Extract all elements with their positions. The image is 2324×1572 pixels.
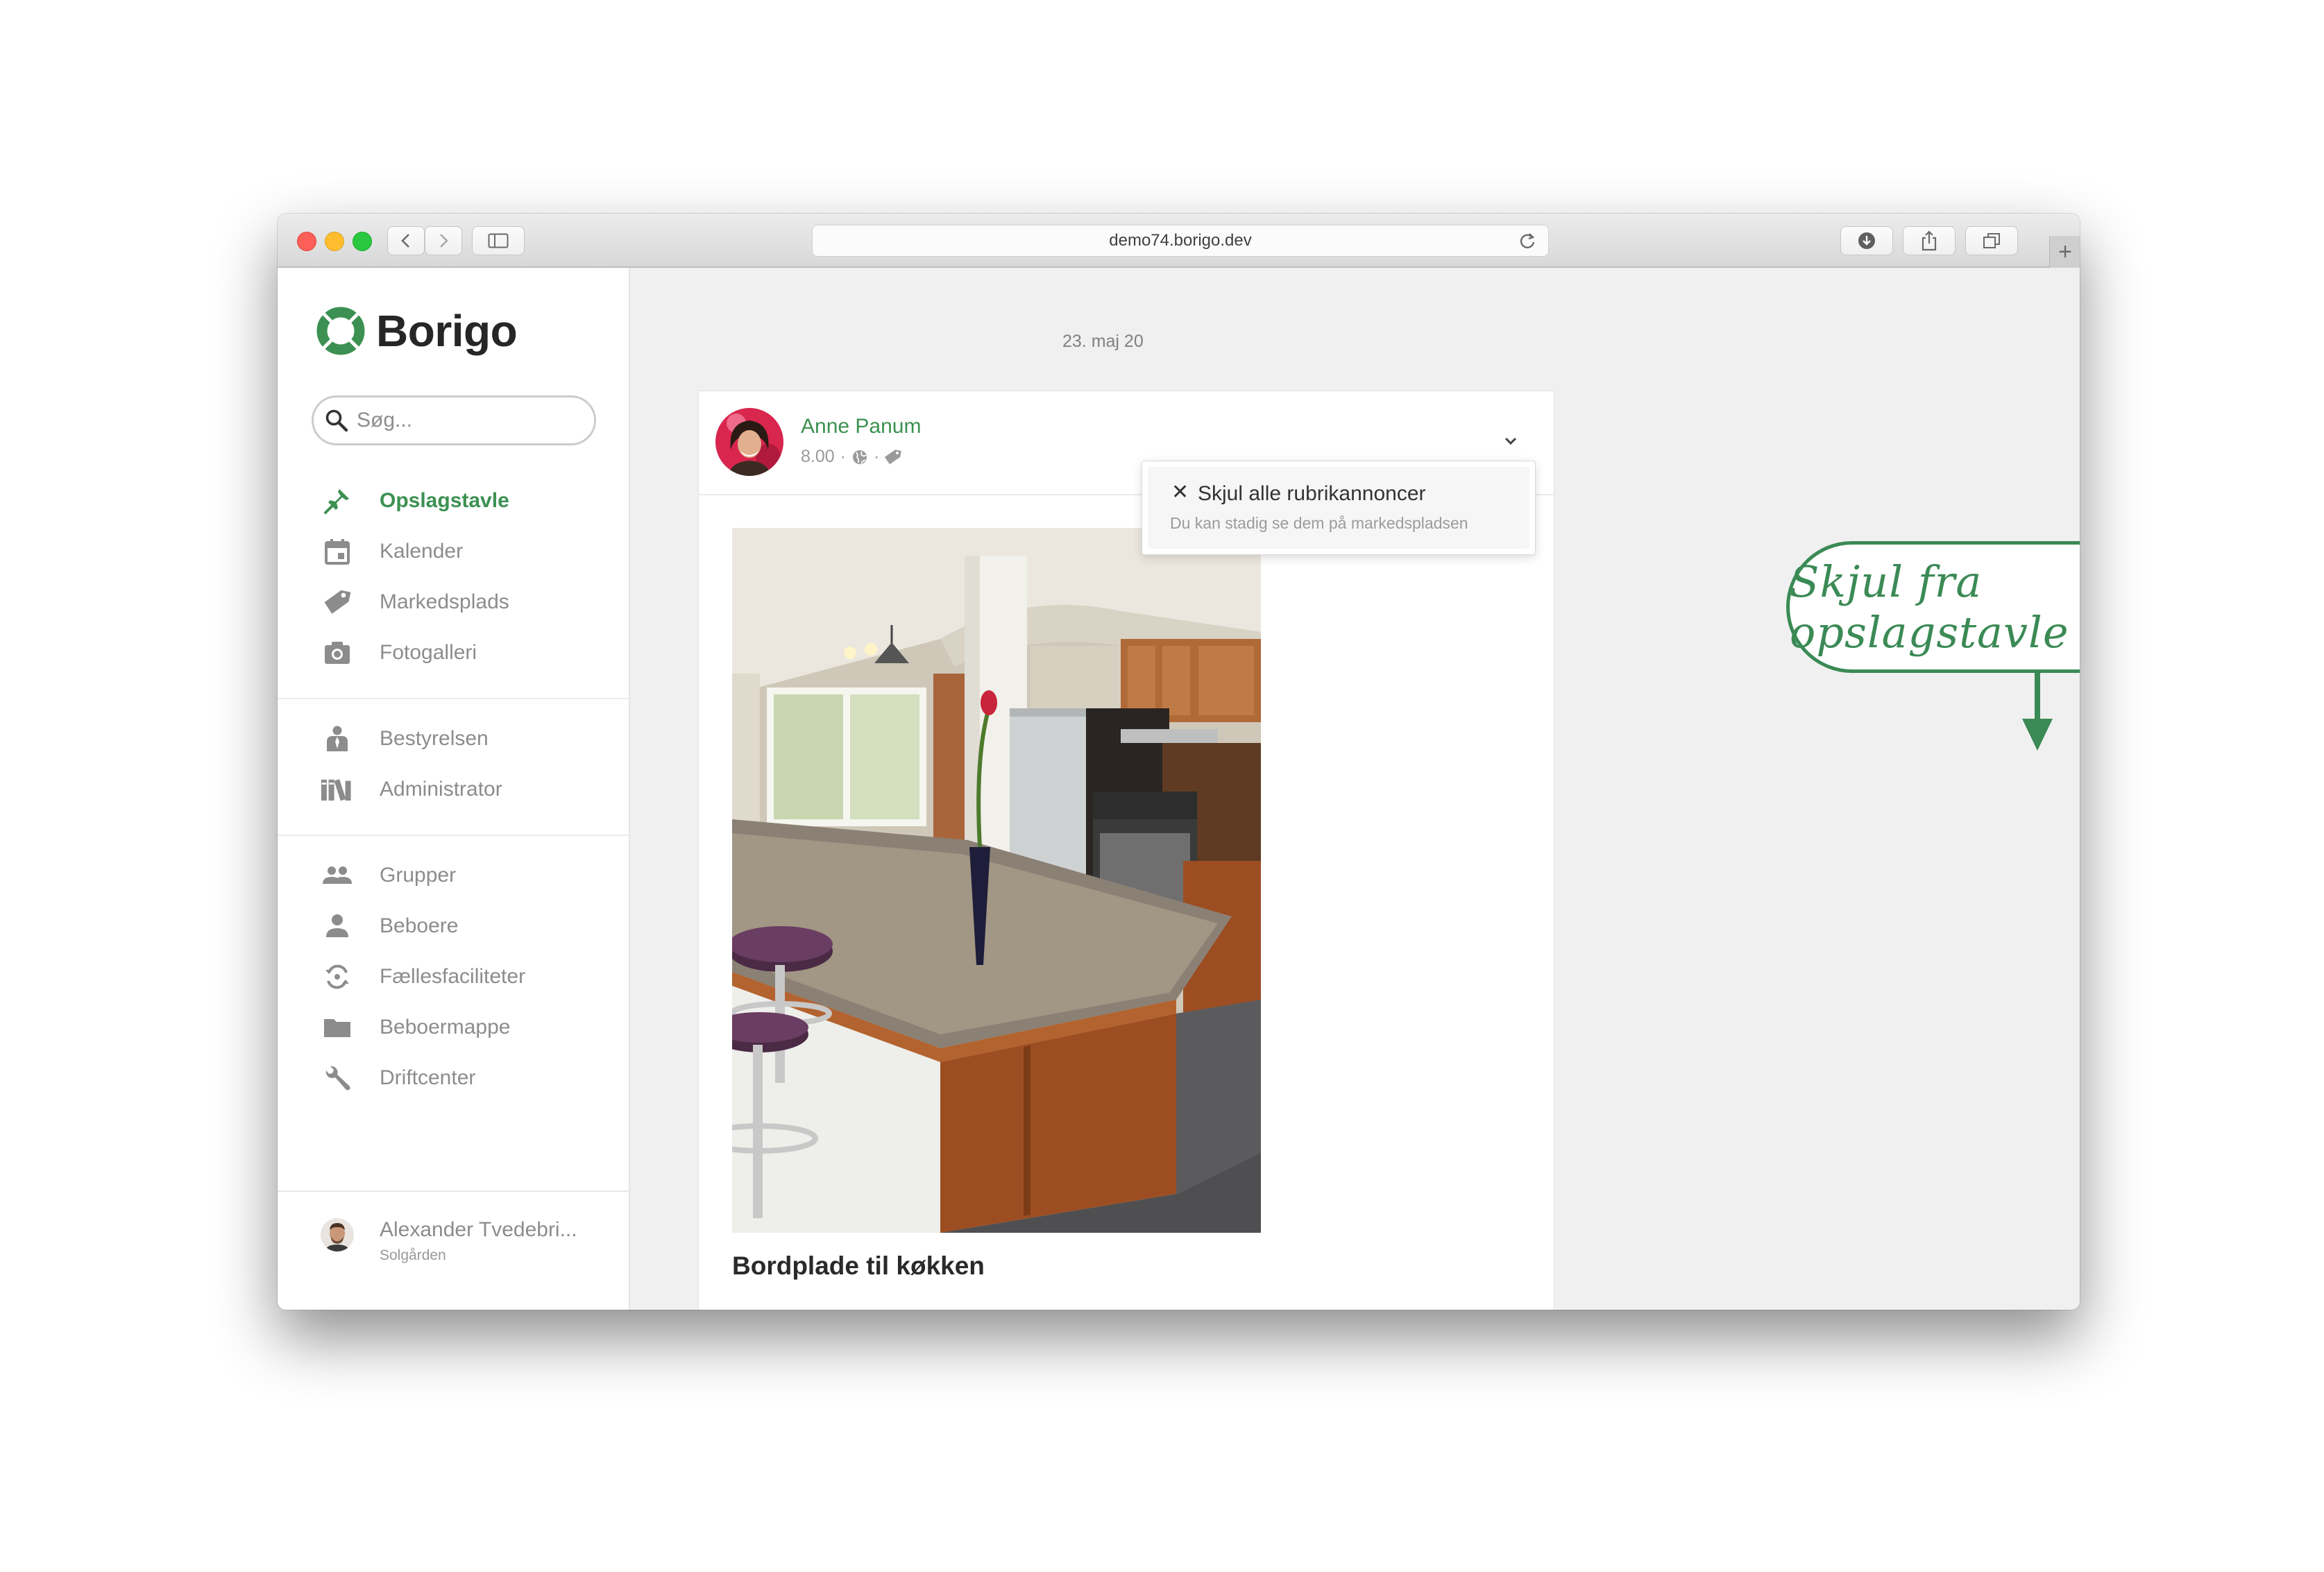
nav-label: Markedsplads <box>380 590 509 613</box>
nav-label: Kalender <box>380 540 464 563</box>
close-x-icon: ✕ <box>1171 481 1189 504</box>
meta-separator: · <box>874 447 880 466</box>
download-icon <box>1858 232 1875 249</box>
menu-option-label[interactable]: Skjul alle rubrikannoncer <box>1198 482 1426 506</box>
chevron-down-icon <box>1504 437 1517 445</box>
user-name: Alexander Tvedebri... <box>380 1218 577 1241</box>
nav-label: Opslagstavle <box>380 489 509 512</box>
nav-item-administrator[interactable]: Administrator <box>278 764 630 814</box>
menu-option-hint: Du kan stadig se dem på markedspladsen <box>1170 514 1468 532</box>
feed-date: 23. maj 20 <box>1062 332 1144 351</box>
browser-window: demo74.borigo.dev + Borigo Søg... Opslag… <box>278 214 2080 1310</box>
annotation-callout: Skjul fra opslagstavle <box>1786 541 2080 673</box>
url-text: demo74.borigo.dev <box>1109 231 1252 250</box>
nav-label: Beboere <box>380 914 459 937</box>
calendar-icon <box>321 535 354 568</box>
nav-item-kalender[interactable]: Kalender <box>278 527 630 576</box>
sidebar: Borigo Opslagstavle Kalender <box>278 268 630 1310</box>
books-icon <box>321 773 354 806</box>
annotation-arrow-icon <box>2022 673 2053 751</box>
author-name[interactable]: Anne Panum <box>801 415 921 438</box>
author-avatar[interactable] <box>715 408 783 476</box>
tabs-overview-button[interactable] <box>1965 226 2018 255</box>
nav-item-opslagstavle[interactable]: Opslagstavle <box>278 476 630 526</box>
brand-name: Borigo <box>376 306 518 356</box>
post-time: 8.00 <box>801 447 835 466</box>
board-person-icon <box>321 722 354 755</box>
sidebar-icon <box>488 233 509 248</box>
nav-label: Grupper <box>380 864 457 887</box>
close-window-button[interactable] <box>297 232 316 251</box>
search-box[interactable] <box>312 395 596 445</box>
current-user[interactable]: Alexander Tvedebri... Solgården <box>278 1190 629 1310</box>
tag-icon <box>885 449 902 464</box>
post-title: Bordplade til køkken <box>732 1251 985 1280</box>
borigo-logo-icon <box>316 307 365 355</box>
nav-item-beboermappe[interactable]: Beboermappe <box>278 1002 630 1052</box>
sidebar-toggle-button[interactable] <box>472 226 525 255</box>
menu-option-hide-classifieds[interactable] <box>1148 467 1529 549</box>
nav-divider <box>278 698 629 699</box>
post-meta: 8.00 · · <box>801 447 902 467</box>
callout-text: Skjul fra opslagstavle <box>1790 556 2069 658</box>
folder-icon <box>321 1011 354 1044</box>
nav-item-markedsplads[interactable]: Markedsplads <box>278 577 630 627</box>
back-button[interactable] <box>387 226 425 255</box>
pin-icon <box>321 484 354 518</box>
reload-icon[interactable] <box>1518 231 1537 250</box>
nav-label: Fotogalleri <box>380 641 477 664</box>
nav-item-grupper[interactable]: Grupper <box>278 851 630 900</box>
nav-label: Beboermappe <box>380 1016 511 1039</box>
group-icon <box>321 859 354 892</box>
browser-toolbar: demo74.borigo.dev + <box>278 214 2080 268</box>
nav-item-driftcenter[interactable]: Driftcenter <box>278 1053 630 1103</box>
nav-item-faellesfaciliteter[interactable]: Fællesfaciliteter <box>278 952 630 1002</box>
facility-icon <box>321 960 354 993</box>
post-options-menu: ✕ Skjul alle rubrikannoncer Du kan stadi… <box>1142 461 1536 555</box>
nav-label: Driftcenter <box>380 1066 476 1089</box>
forward-button[interactable] <box>425 226 462 255</box>
downloads-button[interactable] <box>1840 226 1893 255</box>
nav-label: Administrator <box>380 778 502 801</box>
person-icon <box>321 909 354 943</box>
address-bar[interactable]: demo74.borigo.dev <box>812 225 1549 257</box>
user-avatar <box>321 1218 354 1251</box>
share-icon <box>1922 230 1937 251</box>
camera-icon <box>321 636 354 669</box>
main-feed: 23. maj 20 Anne Panum 8.00 · · Bordplade… <box>630 268 2080 1310</box>
tabs-icon <box>1983 233 2000 248</box>
nav-label: Fællesfaciliteter <box>380 965 526 988</box>
nav-label: Bestyrelsen <box>380 727 489 750</box>
search-icon <box>325 409 348 432</box>
nav-item-beboere[interactable]: Beboere <box>278 901 630 951</box>
wrench-icon <box>321 1061 354 1095</box>
brand-logo[interactable]: Borigo <box>315 305 518 357</box>
share-button[interactable] <box>1903 226 1956 255</box>
new-tab-button[interactable]: + <box>2049 236 2080 268</box>
chevron-left-icon <box>401 234 409 248</box>
plus-icon: + <box>2058 238 2072 265</box>
nav-item-fotogalleri[interactable]: Fotogalleri <box>278 628 630 678</box>
nav-divider <box>278 835 629 836</box>
post-options-button[interactable] <box>1497 427 1525 455</box>
minimize-window-button[interactable] <box>325 232 344 251</box>
search-input[interactable] <box>355 408 580 433</box>
tag-icon <box>321 586 354 619</box>
zoom-window-button[interactable] <box>353 232 372 251</box>
chevron-right-icon <box>440 234 448 248</box>
globe-icon <box>853 450 867 464</box>
post-image[interactable] <box>732 528 1261 1233</box>
meta-separator: · <box>840 447 846 466</box>
user-location: Solgården <box>380 1247 446 1263</box>
nav-item-bestyrelsen[interactable]: Bestyrelsen <box>278 714 630 764</box>
